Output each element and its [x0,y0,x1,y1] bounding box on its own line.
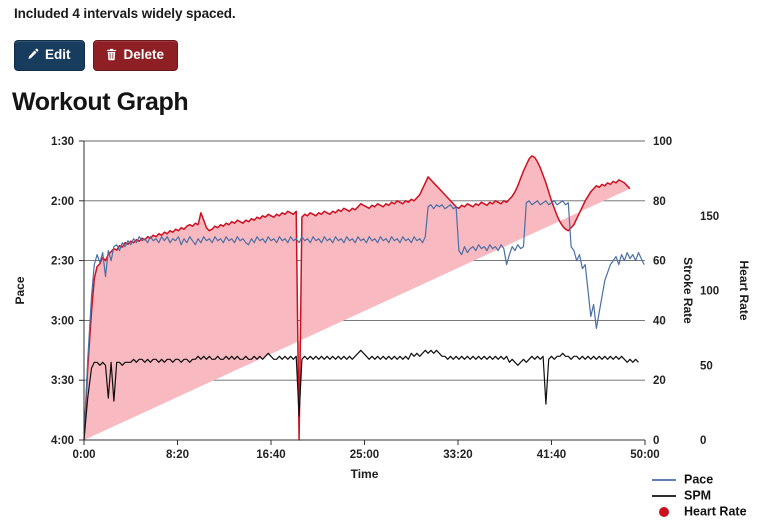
svg-text:Heart Rate: Heart Rate [684,504,747,518]
workout-chart: 1:30 2:00 2:30 3:00 3:30 4:00 Pace 0:00 8:20 16:4… [0,128,762,529]
svg-text:4:00: 4:00 [51,435,74,447]
svg-text:40: 40 [653,315,666,327]
svg-text:8:20: 8:20 [166,449,189,461]
svg-text:41:40: 41:40 [537,449,566,461]
svg-text:50: 50 [700,360,713,372]
svg-text:3:30: 3:30 [51,375,74,387]
delete-button[interactable]: Delete [92,40,179,71]
svg-text:0: 0 [653,435,659,447]
action-button-row: Edit Delete [14,40,179,71]
edit-button-label: Edit [45,47,71,62]
svg-text:2:00: 2:00 [51,196,74,208]
svg-text:Heart Rate: Heart Rate [737,260,751,320]
svg-text:Stroke Rate: Stroke Rate [681,257,695,324]
workout-graph-page: Included 4 intervals widely spaced. Edit… [0,0,762,529]
svg-text:50:00: 50:00 [630,449,659,461]
svg-text:Pace: Pace [13,276,27,304]
svg-text:20: 20 [653,375,666,387]
edit-button[interactable]: Edit [14,40,85,71]
svg-text:SPM: SPM [684,488,711,502]
page-title: Workout Graph [12,88,189,116]
svg-text:3:00: 3:00 [51,315,74,327]
trash-icon [105,48,118,61]
svg-text:16:40: 16:40 [256,449,285,461]
svg-text:100: 100 [653,136,672,148]
svg-text:60: 60 [653,256,666,268]
pencil-icon [26,48,39,61]
svg-text:0:00: 0:00 [72,449,95,461]
svg-text:25:00: 25:00 [350,449,379,461]
svg-text:150: 150 [700,211,719,223]
svg-text:2:30: 2:30 [51,256,74,268]
svg-text:80: 80 [653,196,666,208]
delete-button-label: Delete [123,47,165,62]
svg-text:1:30: 1:30 [51,136,74,148]
svg-text:Time: Time [351,467,379,481]
svg-text:Pace: Pace [684,472,713,486]
workout-note: Included 4 intervals widely spaced. [14,6,236,21]
chart-canvas: 1:30 2:00 2:30 3:00 3:30 4:00 Pace 0:00 8:20 16:4… [13,136,751,518]
svg-text:100: 100 [700,286,719,298]
svg-text:0: 0 [700,435,706,447]
svg-text:33:20: 33:20 [443,449,472,461]
